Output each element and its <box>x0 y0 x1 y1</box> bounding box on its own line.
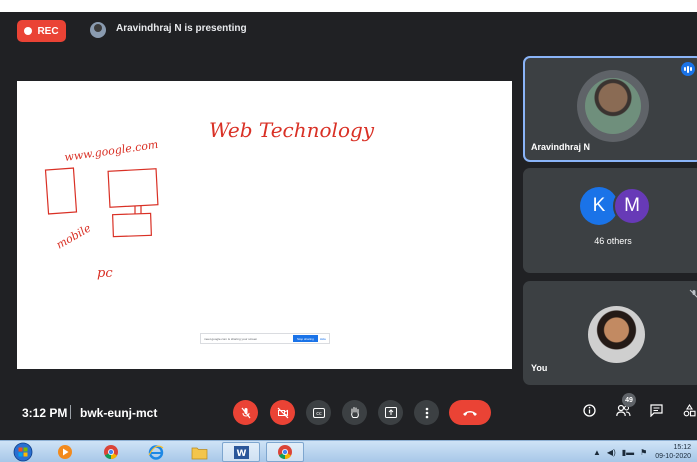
record-dot-icon <box>24 27 33 35</box>
present-screen-icon <box>384 407 397 418</box>
leave-call-button[interactable] <box>449 400 491 425</box>
screen-share-bar: meet.google.com is sharing your screen S… <box>200 333 330 344</box>
camera-off-icon <box>277 407 288 418</box>
word-icon: W <box>233 445 249 459</box>
info-icon <box>583 404 596 417</box>
activities-icon <box>683 404 696 417</box>
raise-hand-button[interactable] <box>342 400 367 425</box>
taskbar-media-player[interactable] <box>52 442 78 462</box>
self-avatar <box>588 306 645 363</box>
share-bar-text: meet.google.com is sharing your screen <box>204 336 258 341</box>
windows-start-icon <box>13 442 33 462</box>
cpu-sketch <box>112 212 152 238</box>
taskbar-ie[interactable] <box>143 442 169 462</box>
volume-icon[interactable]: ◀) <box>607 448 616 457</box>
top-margin <box>0 0 697 12</box>
shared-whiteboard: Web Technology www.google.com mobile pc … <box>17 81 512 369</box>
taskbar-chrome-active[interactable] <box>266 442 304 462</box>
network-icon[interactable]: ▮▬ <box>622 448 634 457</box>
others-label: 46 others <box>594 236 632 246</box>
clock-date: 09-10-2020 <box>655 453 691 460</box>
wb-title: Web Technology <box>209 118 375 142</box>
media-player-icon <box>58 445 72 459</box>
captions-icon: cc <box>312 407 325 418</box>
start-button[interactable] <box>8 442 38 462</box>
tray-arrow-icon[interactable]: ▲ <box>593 448 601 457</box>
chat-button[interactable] <box>650 404 663 417</box>
mic-toggle-button[interactable] <box>233 400 258 425</box>
audio-level-icon <box>681 62 695 76</box>
tile-self[interactable]: You <box>523 281 697 385</box>
svg-text:cc: cc <box>316 411 322 417</box>
windows-taskbar: W ▲ ◀) ▮▬ ⚑ 15:12 09-10-2020 <box>0 440 697 462</box>
more-vert-icon <box>425 407 428 418</box>
tile-speaker[interactable]: Aravindhraj N <box>523 56 697 162</box>
avatar-m: M <box>613 187 651 225</box>
captions-button[interactable]: cc <box>306 400 331 425</box>
mic-off-icon <box>241 407 250 418</box>
activities-button[interactable] <box>683 404 696 417</box>
divider <box>70 405 71 419</box>
chrome-icon <box>278 445 292 460</box>
taskbar-word[interactable]: W <box>222 442 260 462</box>
taskbar-chrome[interactable] <box>98 442 124 462</box>
hangup-icon <box>463 410 477 416</box>
meeting-time: 3:12 PM <box>22 406 68 420</box>
rec-label: REC <box>37 25 59 37</box>
speaker-avatar <box>577 70 649 142</box>
wb-mobile-label: mobile <box>54 221 94 251</box>
flag-icon[interactable]: ⚑ <box>640 448 647 457</box>
hand-icon <box>350 407 359 418</box>
rec-indicator: REC <box>17 20 66 42</box>
whiteboard-drawing: Web Technology www.google.com mobile pc <box>44 118 375 281</box>
present-button[interactable] <box>378 400 403 425</box>
wb-url: www.google.com <box>64 138 159 164</box>
stop-sharing-button[interactable]: Stop sharing <box>292 335 318 342</box>
wb-pc-label: pc <box>97 266 113 281</box>
speaker-name: Aravindhraj N <box>531 142 591 152</box>
taskbar-clock[interactable]: 15:12 09-10-2020 <box>655 443 691 461</box>
monitor-sketch <box>107 168 159 208</box>
meeting-details-button[interactable] <box>583 404 596 417</box>
chrome-icon <box>104 445 118 460</box>
internet-explorer-icon <box>148 445 164 460</box>
clock-time: 15:12 <box>673 444 691 451</box>
taskbar-explorer[interactable] <box>186 442 212 462</box>
self-name: You <box>531 363 548 373</box>
meeting-code: bwk-eunj-mct <box>80 406 158 420</box>
hide-button[interactable]: Hide <box>320 337 326 341</box>
presenting-text: Aravindhraj N is presenting <box>116 23 247 34</box>
tile-others[interactable]: K M 46 others <box>523 168 697 273</box>
mobile-sketch <box>44 167 78 215</box>
chat-icon <box>650 404 663 417</box>
participants-count-badge: 49 <box>622 393 636 407</box>
presenter-avatar <box>90 22 106 38</box>
svg-text:W: W <box>236 449 246 459</box>
camera-toggle-button[interactable] <box>270 400 295 425</box>
folder-icon <box>191 447 207 459</box>
meet-window: REC Aravindhraj N is presenting Web Tech… <box>0 12 697 440</box>
mic-off-icon <box>689 289 697 302</box>
more-options-button[interactable] <box>414 400 439 425</box>
